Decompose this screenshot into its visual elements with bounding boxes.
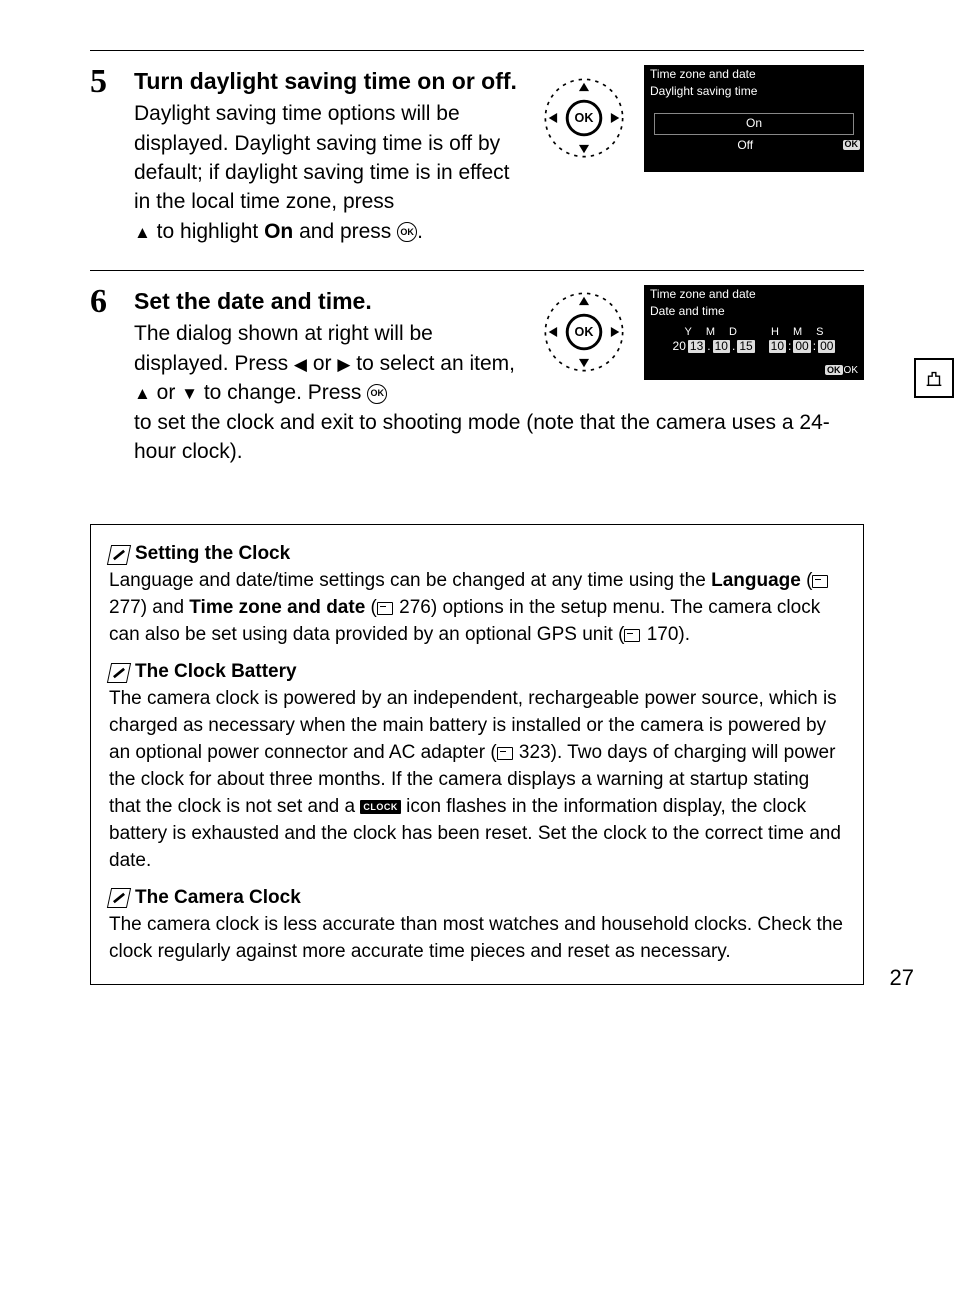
note-body-3: The camera clock is less accurate than m… <box>109 912 845 966</box>
step-6: 6 Set the date and time. The dialog show… <box>90 271 864 490</box>
val-min: 00 <box>793 340 810 353</box>
ref-277: 277) and <box>109 597 189 618</box>
lcd-option-on: On <box>654 113 854 134</box>
setup-icon <box>923 367 945 389</box>
on-label: On <box>264 220 293 243</box>
hdr-mi: M <box>793 326 802 338</box>
step5-text-2: to highlight <box>151 220 264 243</box>
step5-text-4: . <box>417 220 423 243</box>
note-icon <box>107 888 131 908</box>
up-arrow-icon: ▲ <box>134 223 151 242</box>
hdr-y: Y <box>685 326 692 338</box>
ok-button-icon: OK <box>367 384 387 404</box>
lcd-ok-badge: OK <box>843 140 861 150</box>
hdr-m: M <box>706 326 715 338</box>
date-header-row: Y M D H M S <box>644 320 864 338</box>
datetime-menu-screen: Time zone and date Date and time Y M D H… <box>644 285 864 380</box>
svg-text:OK: OK <box>575 112 594 126</box>
note-body-1: Language and date/time settings can be c… <box>109 568 845 649</box>
step6-d: or <box>151 381 181 404</box>
val-sec: 00 <box>818 340 835 353</box>
up-arrow-icon: ▲ <box>134 384 151 403</box>
page-ref-icon <box>812 575 828 588</box>
clock-icon: CLOCK <box>360 800 401 815</box>
side-tab-icon <box>914 358 954 398</box>
lcd-option-off: Off <box>648 139 843 152</box>
step5-text-1: Daylight saving time options will be dis… <box>134 102 509 213</box>
ref-170: 170). <box>641 624 690 645</box>
hdr-d: D <box>729 326 737 338</box>
lcd-footer: OKOK <box>644 361 864 380</box>
date-values-row: 2013.10.15 10:00:00 <box>644 338 864 361</box>
lcd-title: Time zone and date <box>644 65 864 82</box>
lcd-subtitle: Daylight saving time <box>644 82 864 99</box>
step-body: Set the date and time. The dialog shown … <box>134 285 864 466</box>
controls-row: OK Time zone and date Date and time Y M … <box>542 285 864 380</box>
n1a: Language and date/time settings can be c… <box>109 570 711 591</box>
val-day: 15 <box>737 340 754 353</box>
n1c: ( <box>365 597 377 618</box>
note-title-setting-clock: Setting the Clock <box>109 541 845 568</box>
note-body-2: The camera clock is powered by an indepe… <box>109 686 845 875</box>
lcd-ok-badge: OK <box>825 365 843 375</box>
manual-page: 5 Turn daylight saving time on or off. D… <box>0 0 954 1015</box>
lcd-ok-text: OK <box>844 365 858 376</box>
lcd-subtitle: Date and time <box>644 302 864 319</box>
step-title: Set the date and time. <box>134 285 530 317</box>
step-title: Turn daylight saving time on or off. <box>134 65 530 97</box>
hdr-s: S <box>816 326 823 338</box>
val-month: 10 <box>713 340 730 353</box>
timezone-bold: Time zone and date <box>189 597 365 618</box>
hdr-h: H <box>771 326 779 338</box>
step6-e: to change. Press <box>198 381 367 404</box>
page-ref-icon <box>497 747 513 760</box>
notes-box: Setting the Clock Language and date/time… <box>90 524 864 985</box>
step6-b: or <box>307 352 337 375</box>
step5-text-3: and press <box>293 220 397 243</box>
note-title-clock-battery: The Clock Battery <box>109 659 845 686</box>
right-arrow-icon: ▶ <box>337 355 350 374</box>
step-number: 6 <box>90 285 134 319</box>
note-title-camera-clock: The Camera Clock <box>109 885 845 912</box>
note-title-text: Setting the Clock <box>135 541 290 568</box>
val-hour: 10 <box>769 340 786 353</box>
language-bold: Language <box>711 570 801 591</box>
step6-c: to select an item, <box>350 352 515 375</box>
page-ref-icon <box>624 629 640 642</box>
note-title-text: The Camera Clock <box>135 885 301 912</box>
note-icon <box>107 545 131 565</box>
multi-selector-icon: OK <box>542 290 626 374</box>
down-arrow-icon: ▼ <box>181 384 198 403</box>
dst-menu-screen: Time zone and date Daylight saving time … <box>644 65 864 172</box>
val-century: 20 <box>673 340 686 353</box>
note-title-text: The Clock Battery <box>135 659 297 686</box>
ok-button-icon: OK <box>397 222 417 242</box>
left-arrow-icon: ◀ <box>294 355 307 374</box>
svg-text:OK: OK <box>575 326 594 340</box>
step-5: 5 Turn daylight saving time on or off. D… <box>90 51 864 270</box>
n1b: ( <box>801 570 813 591</box>
lcd-title: Time zone and date <box>644 285 864 302</box>
page-number: 27 <box>890 965 914 991</box>
multi-selector-icon: OK <box>542 76 626 160</box>
controls-row: OK Time zone and date Daylight saving ti… <box>542 65 864 172</box>
step6-f: to set the clock and exit to shooting mo… <box>134 411 830 463</box>
val-year: 13 <box>688 340 705 353</box>
step-number: 5 <box>90 65 134 99</box>
page-ref-icon <box>377 602 393 615</box>
step-body: Turn daylight saving time on or off. Day… <box>134 65 864 246</box>
note-icon <box>107 663 131 683</box>
